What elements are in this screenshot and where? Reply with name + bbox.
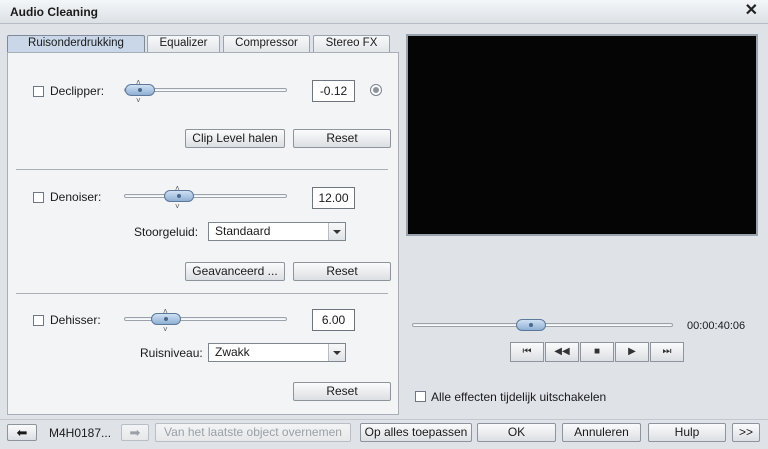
- tab-ruisonderdrukking[interactable]: Ruisonderdrukking: [7, 35, 145, 52]
- object-name: M4H0187...: [49, 426, 112, 440]
- dehisser-slider-track[interactable]: [124, 317, 287, 321]
- close-icon[interactable]: ✕: [745, 3, 758, 19]
- noise-type-label: Stoorgeluid:: [134, 225, 199, 239]
- section-divider: [16, 293, 388, 294]
- noise-type-value: Standaard: [215, 224, 271, 238]
- noise-level-select[interactable]: Zwakk: [208, 343, 346, 362]
- take-over-button[interactable]: Van het laatste object overnemen: [155, 423, 351, 442]
- noise-level-value: Zwakk: [215, 345, 250, 359]
- rewind-icon[interactable]: ◀◀: [545, 342, 579, 362]
- declipper-slider-tick-bottom: ˅: [136, 96, 141, 105]
- more-button[interactable]: >>: [732, 423, 760, 442]
- stop-icon[interactable]: ■: [580, 342, 614, 362]
- disable-effects-checkbox[interactable]: [415, 391, 426, 402]
- position-slider-thumb[interactable]: [516, 319, 546, 331]
- dehisser-reset-button[interactable]: Reset: [293, 382, 391, 401]
- window-title: Audio Cleaning: [10, 5, 98, 19]
- disable-effects-label: Alle effecten tijdelijk uitschakelen: [431, 390, 607, 404]
- declipper-reset-button[interactable]: Reset: [293, 129, 391, 148]
- chevron-down-icon[interactable]: [328, 344, 345, 361]
- chevron-down-icon[interactable]: [328, 223, 345, 240]
- declipper-value-field[interactable]: -0.12: [312, 80, 355, 102]
- tab-compressor[interactable]: Compressor: [223, 35, 310, 52]
- declipper-slider-thumb[interactable]: [125, 84, 155, 96]
- declipper-checkbox[interactable]: [33, 86, 44, 97]
- arrow-left-icon[interactable]: ⬅: [7, 424, 37, 441]
- denoiser-checkbox[interactable]: [33, 192, 44, 203]
- denoiser-slider-tick-bottom: ˅: [175, 202, 180, 211]
- title-bar: Audio Cleaning ✕: [0, 0, 768, 24]
- advanced-button[interactable]: Geavanceerd ...: [185, 262, 285, 281]
- declipper-radio[interactable]: [370, 84, 382, 96]
- skip-to-end-icon[interactable]: ⏭: [650, 342, 684, 362]
- denoiser-slider-thumb[interactable]: [164, 190, 194, 202]
- denoiser-reset-button[interactable]: Reset: [293, 262, 391, 281]
- noise-type-select[interactable]: Standaard: [208, 222, 346, 241]
- dehisser-slider-thumb[interactable]: [151, 313, 181, 325]
- timecode: 00:00:40:06: [687, 320, 746, 332]
- denoiser-value-field[interactable]: 12.00: [312, 187, 355, 209]
- denoiser-label: Denoiser:: [50, 190, 102, 204]
- skip-to-start-icon[interactable]: ⏮: [510, 342, 544, 362]
- arrow-right-icon[interactable]: ➡: [121, 424, 149, 441]
- tab-equalizer[interactable]: Equalizer: [147, 35, 220, 52]
- help-button[interactable]: Hulp: [648, 423, 726, 442]
- section-divider: [16, 169, 388, 170]
- ok-button[interactable]: OK: [477, 423, 556, 442]
- noise-level-label: Ruisniveau:: [140, 346, 203, 360]
- play-icon[interactable]: ▶: [615, 342, 649, 362]
- video-preview: [406, 34, 758, 236]
- declipper-label: Declipper:: [50, 84, 105, 98]
- apply-all-button[interactable]: Op alles toepassen: [360, 423, 472, 442]
- dehisser-label: Dehisser:: [50, 313, 101, 327]
- tab-stereo-fx[interactable]: Stereo FX: [313, 35, 390, 52]
- dehisser-slider-tick-bottom: ˅: [163, 325, 168, 334]
- cancel-button[interactable]: Annuleren: [562, 423, 641, 442]
- clip-level-button[interactable]: Clip Level halen: [185, 129, 285, 148]
- dehisser-checkbox[interactable]: [33, 315, 44, 326]
- denoiser-slider-track[interactable]: [124, 194, 287, 198]
- dehisser-value-field[interactable]: 6.00: [312, 309, 355, 331]
